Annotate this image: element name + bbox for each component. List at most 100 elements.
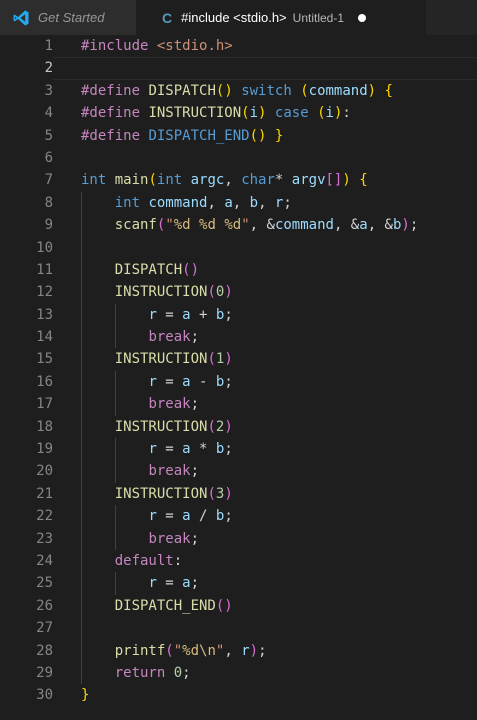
code-line[interactable]: 24 default: [0, 549, 477, 573]
code-token: 0 [173, 664, 183, 681]
code-line[interactable]: 23 break; [0, 527, 477, 550]
code-line[interactable]: 15 INSTRUCTION(1) [0, 348, 477, 371]
line-number: 24 [36, 552, 53, 569]
code-line[interactable]: 22 r = a / b; [0, 505, 477, 528]
code-line[interactable]: 13 r = a + b; [0, 303, 477, 327]
code-token: () [215, 597, 233, 614]
code-line[interactable]: 18 INSTRUCTION(2) [0, 415, 477, 439]
tab-label: Get Started [38, 10, 105, 25]
indent-guide [81, 460, 82, 483]
indent-guide [114, 527, 116, 550]
code-token: " [173, 642, 183, 659]
code-token: ) [224, 284, 233, 301]
code-token: DISPATCH [148, 82, 216, 99]
line-number: 22 [36, 508, 53, 525]
code-line[interactable]: 19 r = a * b; [0, 438, 477, 461]
indent-guide [81, 415, 82, 439]
code-line[interactable]: 3 #define DISPATCH() switch (command) { [0, 80, 477, 102]
code-line[interactable]: 7 int main(int argc, char* argv[]) { [0, 169, 477, 191]
indent-guide [81, 370, 82, 394]
code-editor[interactable]: 1 #include <stdio.h> 2 3 #define DISPATCH() … [0, 35, 477, 720]
line-number: 7 [44, 172, 53, 189]
code-line[interactable]: 4 #define INSTRUCTION(i) case (i): [0, 102, 477, 124]
code-token: { [359, 172, 368, 189]
code-token: , & [333, 217, 360, 234]
code-token: ( [165, 642, 174, 659]
code-line[interactable]: 29 return 0; [0, 661, 477, 685]
code-token: { [384, 82, 393, 99]
code-token: argc [190, 172, 225, 189]
code-token: ) [249, 642, 259, 659]
line-number: 28 [36, 642, 53, 659]
code-token: argv [291, 172, 326, 189]
line-number: 11 [36, 261, 53, 278]
code-line[interactable]: 1 #include <stdio.h> [0, 35, 477, 57]
tab-untitled-1[interactable]: C #include <stdio.h> Untitled-1 [136, 0, 426, 35]
code-token: #define [81, 82, 141, 99]
line-number: 12 [36, 284, 53, 301]
code-line[interactable]: 10 [0, 236, 477, 259]
code-line[interactable]: 20 break; [0, 460, 477, 483]
indent-guide [81, 482, 82, 506]
code-line[interactable]: 14 break; [0, 326, 477, 349]
code-token: ) [401, 217, 410, 234]
indent-guide [114, 505, 116, 528]
code-token: #include [81, 38, 149, 54]
line-number: 13 [36, 306, 53, 323]
code-token: ; [283, 194, 292, 211]
code-line[interactable]: 8 int command, a, b, r; [0, 191, 477, 215]
line-number: 21 [36, 485, 53, 502]
code-line[interactable]: 21 INSTRUCTION(3) [0, 482, 477, 506]
code-token: ( [300, 82, 309, 99]
indent-guide [81, 236, 82, 259]
code-token: , [258, 194, 275, 211]
line-code: int command, a, b, r; [53, 192, 477, 214]
code-token: ; [224, 508, 233, 525]
line-code: INSTRUCTION(0) [53, 281, 477, 303]
code-token: : [173, 552, 183, 569]
line-code: break; [53, 326, 477, 348]
code-line[interactable]: 30} [0, 684, 477, 706]
code-token: DISPATCH_END [114, 597, 216, 614]
line-code [53, 237, 477, 259]
code-line[interactable]: 12 INSTRUCTION(0) [0, 281, 477, 304]
code-line[interactable]: 28 printf("%d\n", r); [0, 639, 477, 662]
code-token: () [182, 261, 200, 278]
code-line[interactable]: 16 r = a - b; [0, 370, 477, 394]
code-line[interactable]: 5 #define DISPATCH_END() } [0, 125, 477, 147]
code-token: a [359, 217, 368, 234]
vscode-icon [13, 10, 29, 25]
code-line[interactable]: 17 break; [0, 393, 477, 416]
indent-guide [81, 191, 82, 215]
code-token: * [190, 441, 216, 458]
code-line[interactable]: 27 [0, 617, 477, 640]
code-token: = [156, 373, 183, 390]
code-line[interactable]: 26 DISPATCH_END() [0, 594, 477, 618]
code-line[interactable]: 2 [0, 57, 477, 80]
code-line[interactable]: 25 r = a; [0, 572, 477, 595]
code-token: a [224, 194, 233, 211]
unsaved-changes-dot-icon[interactable] [358, 13, 367, 22]
indent-guide [81, 661, 82, 685]
code-token: r [148, 508, 157, 525]
indent-guide [81, 281, 82, 304]
code-line[interactable]: 6 [0, 147, 477, 169]
tab-get-started[interactable]: Get Started [0, 0, 136, 35]
code-line[interactable]: 11 DISPATCH() [0, 258, 477, 282]
line-code: r = a; [53, 572, 477, 594]
code-token: ( [317, 105, 326, 122]
code-token: switch [241, 82, 292, 99]
code-token: ) [224, 418, 233, 435]
code-line[interactable]: 9 scanf("%d %d %d", &command, &a, &b); [0, 214, 477, 237]
code-token: INSTRUCTION [114, 351, 208, 368]
vscode-window: Get Started C #include <stdio.h> Untitle… [0, 0, 477, 720]
code-token: ( [207, 284, 216, 301]
code-token: INSTRUCTION [114, 284, 208, 301]
indent-guide [114, 370, 116, 394]
line-code: } [53, 684, 477, 706]
